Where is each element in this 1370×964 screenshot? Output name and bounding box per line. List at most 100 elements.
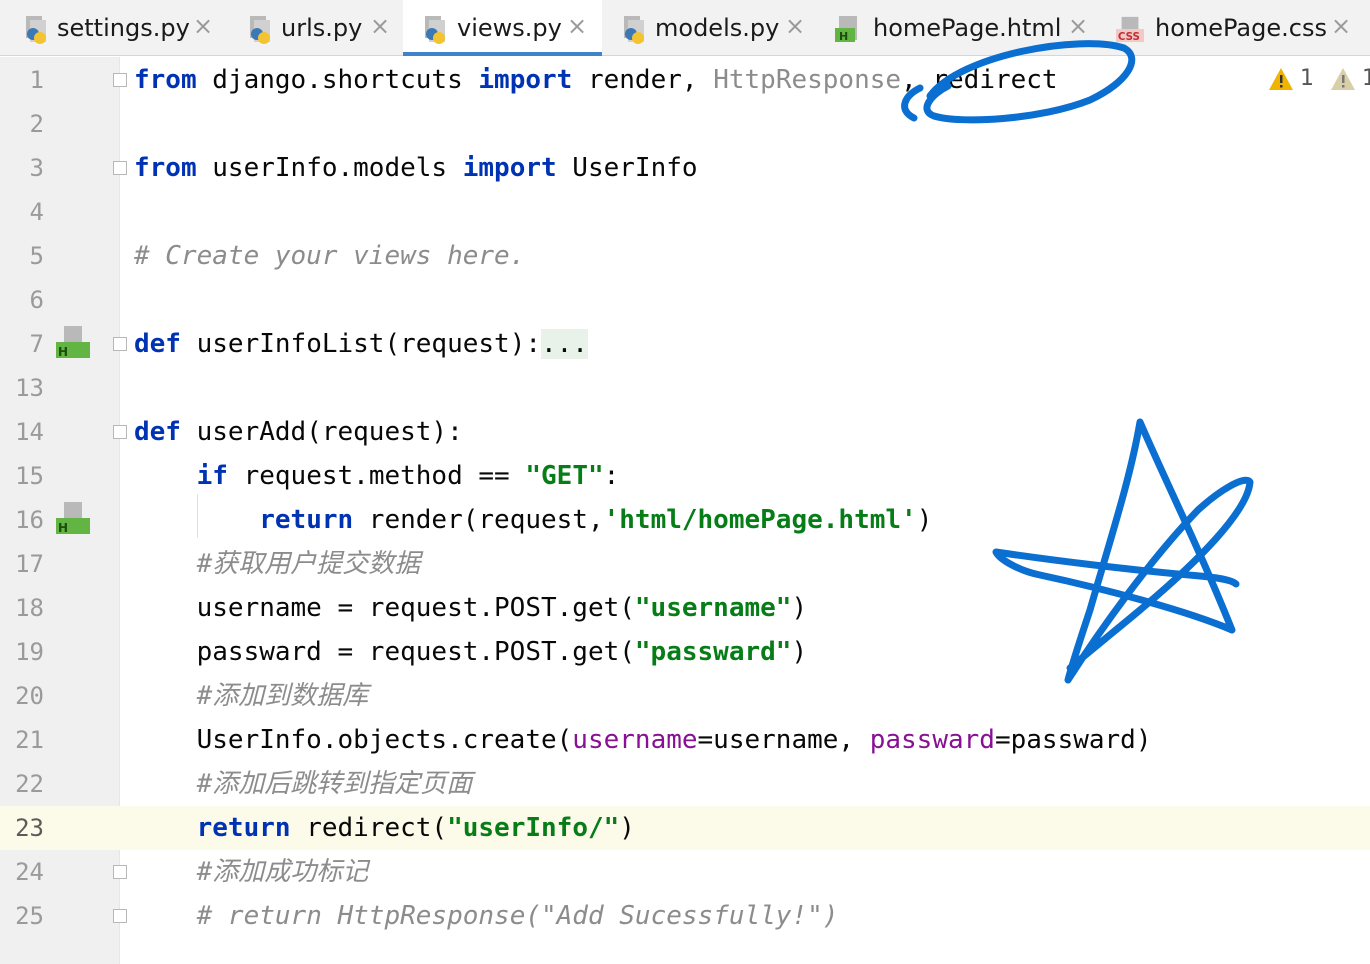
svg-text:H: H [58, 345, 68, 359]
line-number: 5 [29, 242, 44, 270]
keyword: def [134, 417, 181, 447]
code-text: UserInfo [556, 153, 698, 183]
code-line[interactable]: passward = request.POST.get("passward") [134, 630, 808, 674]
warning-count: 1 [1300, 66, 1314, 91]
code-text: ) [619, 813, 635, 843]
tab-label: homePage.css [1155, 14, 1327, 42]
code-line[interactable]: #添加后跳转到指定页面 [134, 762, 473, 806]
keyword: from [134, 153, 197, 183]
code-text: render(request, [353, 505, 604, 535]
code-line[interactable]: username = request.POST.get("username") [134, 586, 808, 630]
line-number: 22 [15, 770, 44, 798]
code-line[interactable]: if request.method == "GET": [134, 454, 620, 498]
python-file-icon [250, 16, 270, 44]
svg-text:H: H [839, 30, 848, 43]
keyword-argument: passward [869, 725, 995, 755]
code-text: request.method == [227, 461, 526, 491]
code-line[interactable]: # return HttpResponse("Add Sucessfully!"… [134, 894, 839, 938]
tab-label: models.py [655, 14, 780, 42]
tab-label: views.py [457, 14, 562, 42]
string: "GET" [525, 461, 604, 491]
close-icon[interactable]: × [1068, 14, 1088, 38]
fold-marker-icon[interactable] [113, 73, 127, 87]
string: "userInfo/" [447, 813, 620, 843]
code-line[interactable]: return render(request,'html/homePage.htm… [134, 498, 932, 542]
html-file-icon: H [835, 16, 857, 43]
python-file-icon [26, 16, 46, 44]
code-text: username = request.POST.get( [134, 593, 635, 623]
close-icon[interactable]: × [370, 14, 390, 38]
code-text: =passward) [994, 725, 1152, 755]
line-number: 2 [29, 110, 44, 138]
line-number: 24 [15, 858, 44, 886]
code-line[interactable]: def userAdd(request): [134, 410, 463, 454]
close-icon[interactable]: × [1331, 14, 1351, 38]
code-line[interactable]: from userInfo.models import UserInfo [134, 146, 698, 190]
line-number: 21 [15, 726, 44, 754]
html-template-marker-icon[interactable]: H [56, 326, 90, 360]
line-number: 13 [15, 374, 44, 402]
code-line[interactable]: #获取用户提交数据 [134, 542, 421, 586]
fold-marker-icon[interactable] [113, 161, 127, 175]
unused-import: HttpResponse [713, 65, 902, 95]
code-line[interactable]: UserInfo.objects.create(username=usernam… [134, 718, 1152, 762]
code-line[interactable]: from django.shortcuts import render, Htt… [134, 58, 1058, 102]
weak-warning-icon [1331, 67, 1355, 90]
code-line[interactable]: # Create your views here. [134, 234, 525, 278]
keyword: import [462, 153, 557, 183]
tab-models-py[interactable]: models.py × [602, 0, 817, 56]
comment: #获取用户提交数据 [196, 549, 421, 579]
editor-tab-bar: settings.py × urls.py × views.py × model… [0, 0, 1370, 56]
code-text: UserInfo.objects.create( [134, 725, 573, 755]
string: "username" [634, 593, 792, 623]
comment: #添加成功标记 [196, 857, 369, 887]
comment: # return HttpResponse("Add Sucessfully!"… [196, 901, 839, 931]
line-number: 3 [29, 154, 44, 182]
line-number: 16 [15, 506, 44, 534]
code-text: : [603, 461, 620, 491]
python-file-icon [425, 16, 445, 44]
tab-views-py[interactable]: views.py × [403, 0, 602, 56]
fold-marker-icon[interactable] [113, 425, 127, 439]
close-icon[interactable]: × [193, 14, 213, 38]
code-text: ) [916, 505, 933, 535]
tab-label: homePage.html [873, 14, 1062, 42]
code-text: passward = request.POST.get( [134, 637, 635, 667]
tab-urls-py[interactable]: urls.py × [228, 0, 403, 56]
line-number: 25 [15, 902, 44, 930]
folded-body[interactable]: ... [541, 329, 588, 359]
code-line[interactable]: return redirect("userInfo/") [134, 806, 635, 850]
line-number: 17 [15, 550, 44, 578]
fold-marker-icon[interactable] [113, 865, 127, 879]
code-text: =username, [697, 725, 870, 755]
line-number: 7 [29, 330, 44, 358]
expand-fold-icon[interactable] [113, 337, 127, 351]
code-line[interactable]: #添加到数据库 [134, 674, 369, 718]
code-line[interactable]: def userInfoList(request):... [134, 322, 588, 366]
svg-text:H: H [58, 521, 68, 535]
close-icon[interactable]: × [567, 14, 587, 38]
keyword: def [134, 329, 181, 359]
fold-marker-icon[interactable] [113, 909, 127, 923]
tab-homepage-html[interactable]: H homePage.html × [817, 0, 1100, 56]
code-text: redirect( [290, 813, 448, 843]
code-text: django.shortcuts [196, 65, 479, 95]
tab-homepage-css[interactable]: CSS homePage.css × [1100, 0, 1370, 56]
close-icon[interactable]: × [785, 14, 805, 38]
html-template-marker-icon[interactable]: H [56, 502, 90, 536]
keyword: return [259, 505, 354, 535]
line-number: 15 [15, 462, 44, 490]
svg-text:CSS: CSS [1118, 31, 1140, 43]
line-number: 4 [29, 198, 44, 226]
tab-settings-py[interactable]: settings.py × [0, 0, 228, 56]
line-number: 20 [15, 682, 44, 710]
inspection-widget[interactable]: 1 1 [1268, 66, 1370, 91]
line-number: 19 [15, 638, 44, 666]
code-line[interactable]: #添加成功标记 [134, 850, 369, 894]
css-file-icon: CSS [1116, 16, 1144, 43]
